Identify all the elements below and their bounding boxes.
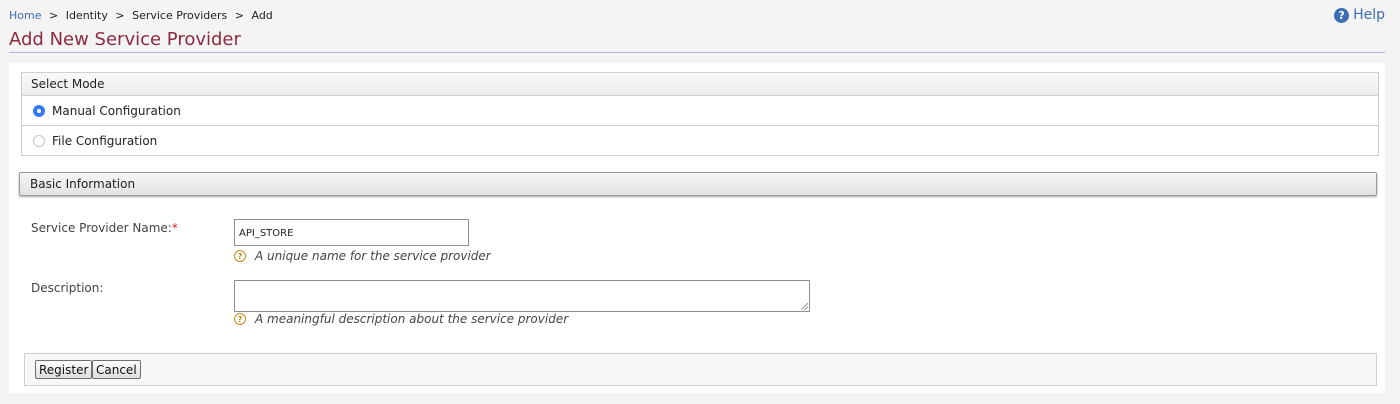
- question-hint-icon: ?: [234, 313, 246, 325]
- button-bar: Register Cancel: [24, 353, 1377, 386]
- service-provider-name-input[interactable]: API_STORE: [234, 219, 469, 246]
- register-button[interactable]: Register: [35, 360, 93, 379]
- select-mode-panel: Select Mode Manual Configuration File Co…: [21, 72, 1379, 156]
- breadcrumb-home-link[interactable]: Home: [9, 9, 41, 22]
- radio-file-configuration[interactable]: [33, 134, 45, 147]
- select-mode-title: Select Mode: [22, 73, 1378, 96]
- basic-information-header[interactable]: Basic Information: [19, 172, 1377, 196]
- name-hint-text: A unique name for the service provider: [255, 249, 491, 263]
- mode-option-file[interactable]: File Configuration: [22, 125, 1378, 155]
- description-hint: ? A meaningful description about the ser…: [234, 312, 568, 326]
- mode-option-label: Manual Configuration: [52, 103, 181, 118]
- radio-manual-configuration[interactable]: [33, 104, 45, 117]
- question-hint-icon: ?: [234, 250, 246, 262]
- main-content: Select Mode Manual Configuration File Co…: [9, 63, 1385, 393]
- cancel-button[interactable]: Cancel: [92, 360, 141, 379]
- question-circle-icon: ?: [1334, 7, 1350, 23]
- service-provider-name-label: Service Provider Name:*: [31, 221, 178, 235]
- mode-option-manual[interactable]: Manual Configuration: [22, 96, 1378, 125]
- page-title: Add New Service Provider: [9, 29, 241, 50]
- breadcrumb-separator: >: [115, 9, 125, 22]
- required-mark: *: [171, 221, 178, 235]
- breadcrumb-identity: Identity: [65, 9, 108, 22]
- help-link[interactable]: ? Help: [1334, 7, 1385, 23]
- breadcrumb-separator: >: [48, 9, 59, 22]
- service-provider-name-label-text: Service Provider Name:: [31, 221, 172, 235]
- description-hint-text: A meaningful description about the servi…: [255, 312, 569, 326]
- help-label: Help: [1353, 7, 1385, 23]
- mode-option-label: File Configuration: [52, 133, 158, 148]
- description-textarea[interactable]: [234, 280, 810, 312]
- breadcrumb-service-providers: Service Providers: [132, 9, 228, 22]
- breadcrumb-current: Add: [251, 9, 273, 22]
- description-label: Description:: [31, 281, 104, 295]
- name-hint: ? A unique name for the service provider: [234, 249, 491, 263]
- title-divider: [9, 52, 1385, 53]
- breadcrumb: Home > Identity > Service Providers > Ad…: [9, 9, 273, 22]
- breadcrumb-separator: >: [234, 9, 244, 22]
- resize-grip-icon[interactable]: [801, 303, 808, 310]
